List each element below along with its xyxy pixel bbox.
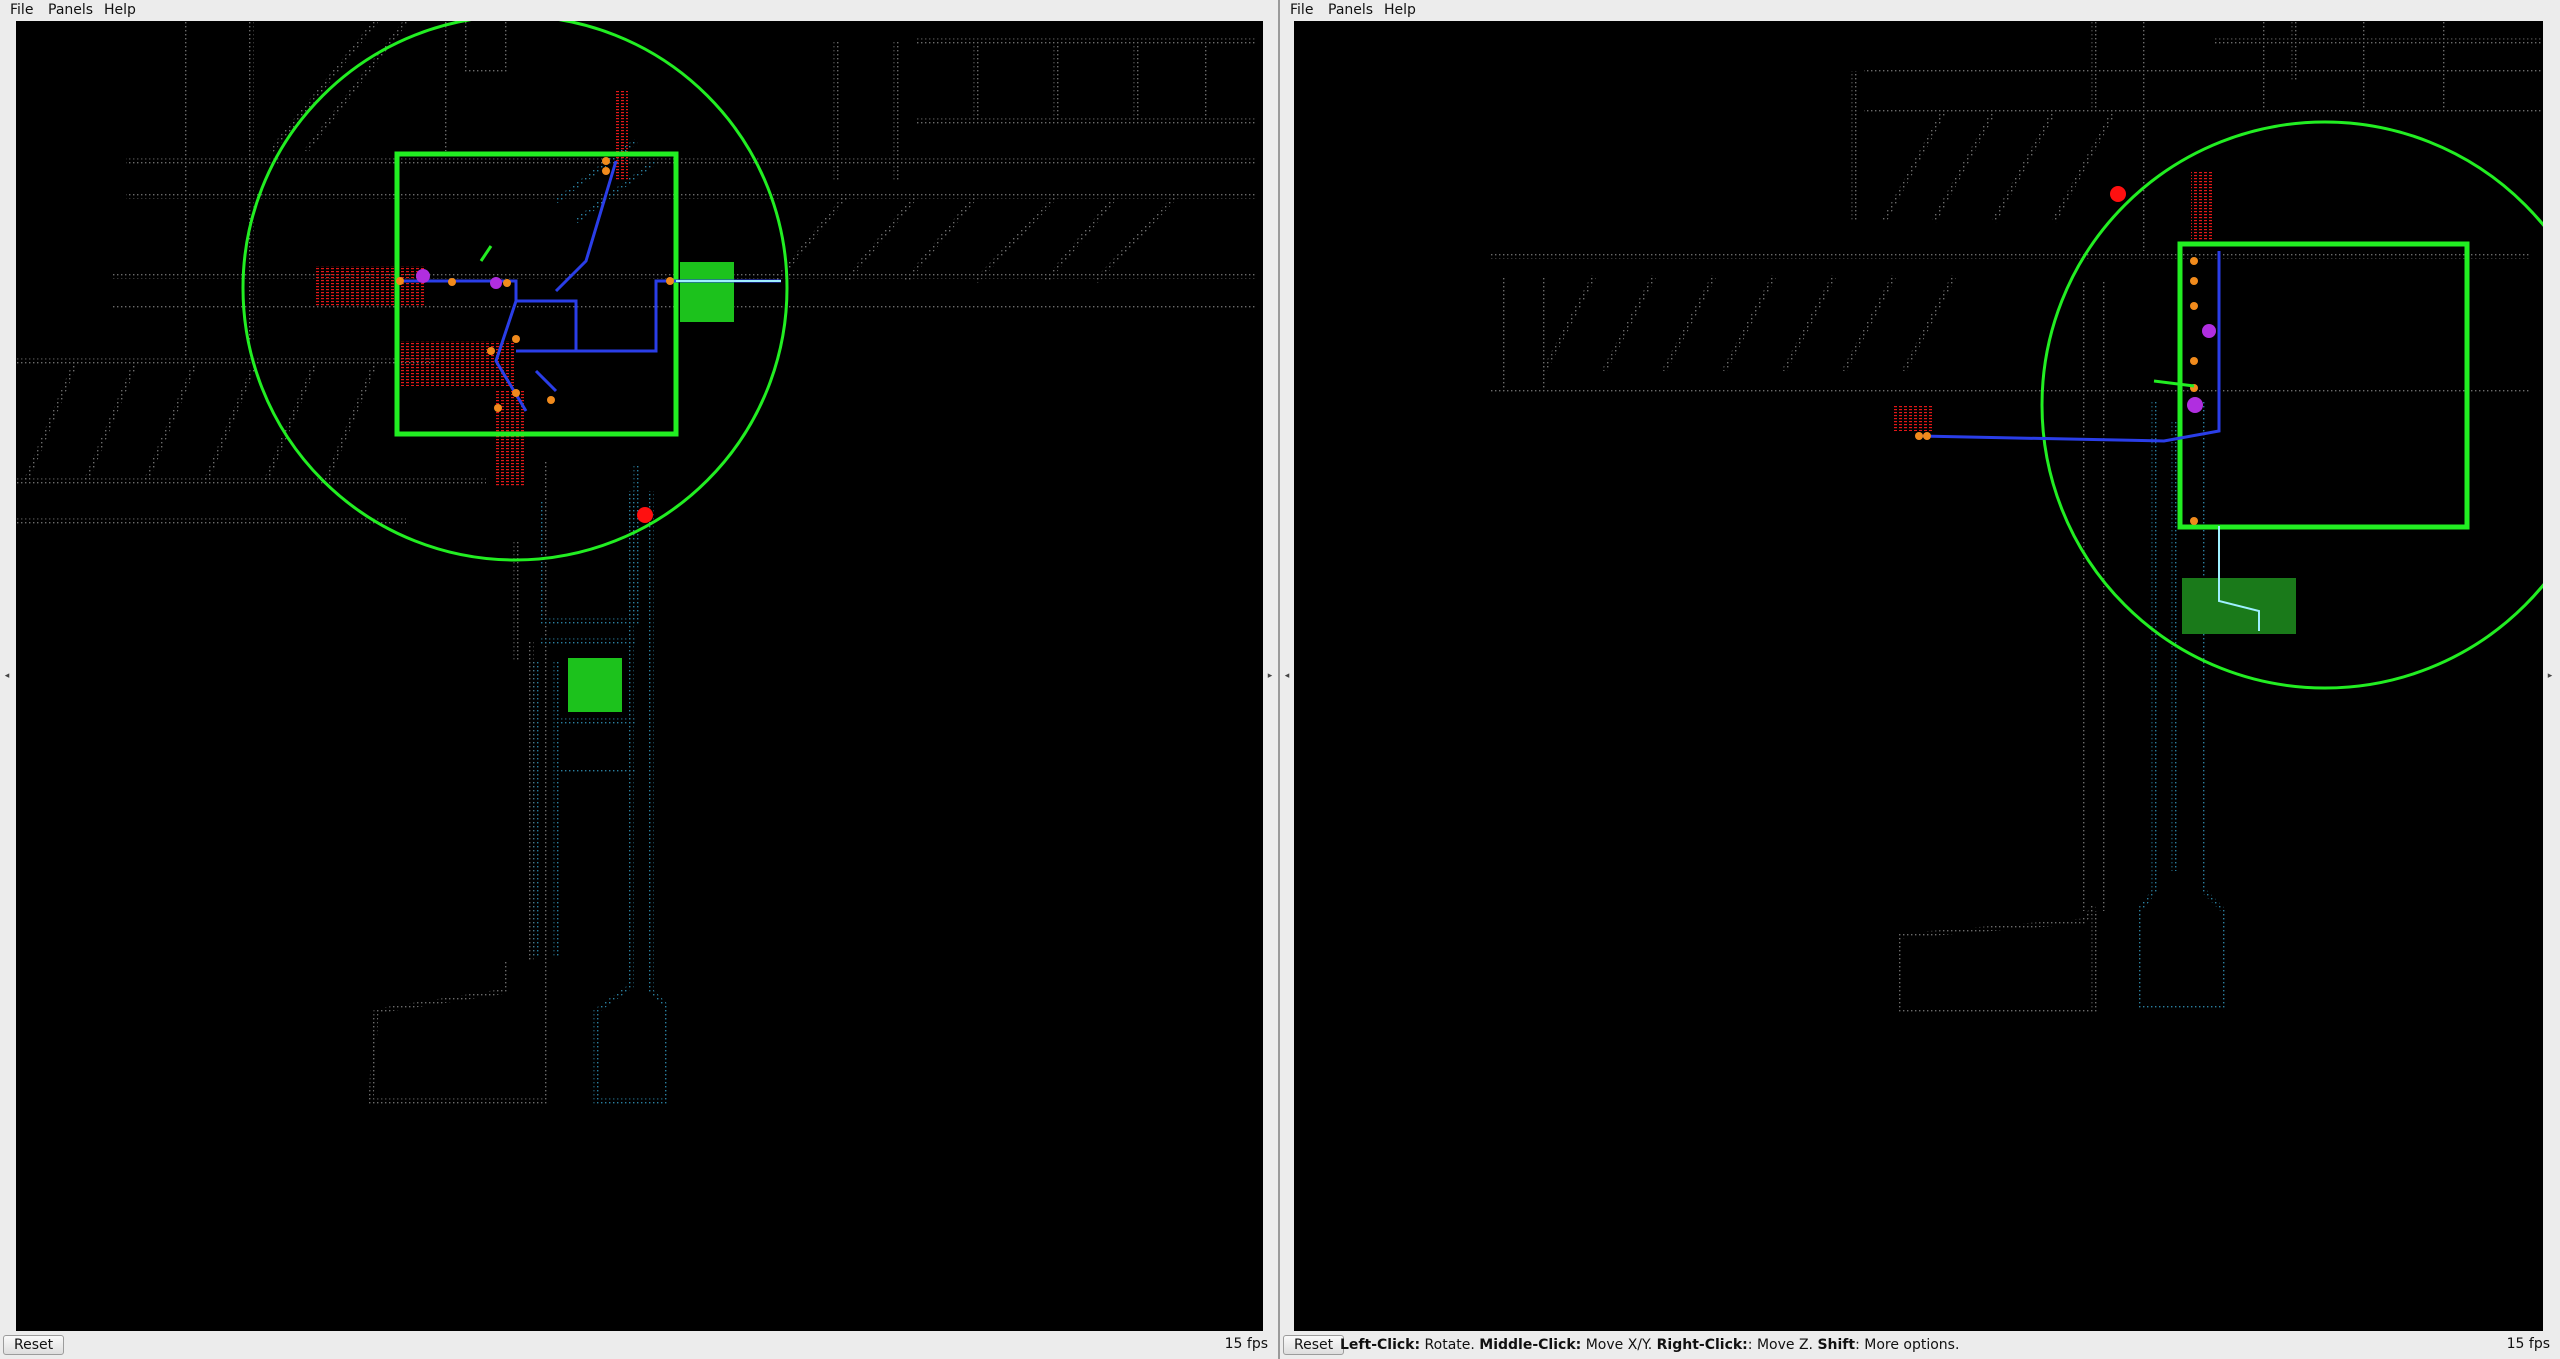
laser-scan — [316, 91, 628, 486]
mouse-hint: Left-Click: Rotate. Middle-Click: Move X… — [1340, 1337, 1959, 1353]
robot-marker — [416, 269, 430, 283]
hint-left-click-key: Left-Click: — [1340, 1337, 1421, 1353]
hint-shift-desc: : More options. — [1855, 1337, 1960, 1353]
goal-box — [568, 658, 622, 712]
scene-render — [16, 21, 1256, 1104]
menu-panels[interactable]: Panels — [48, 2, 93, 18]
hint-right-click-desc: : Move Z. — [1747, 1337, 1818, 1353]
goal-marker — [2110, 186, 2126, 202]
expand-arrow-icon: ▸ — [2547, 671, 2553, 681]
left-visualizer-window: File Panels Help ◂ ▸ Reset 15 fps — [0, 0, 1278, 1359]
right-panel-toggle[interactable]: ▸ — [2543, 21, 2557, 1331]
menu-help[interactable]: Help — [104, 2, 136, 18]
status-bar: Reset 15 fps — [0, 1333, 1278, 1359]
menu-panels[interactable]: Panels — [1328, 2, 1373, 18]
global-path — [1919, 251, 2221, 443]
reset-button[interactable]: Reset — [1283, 1335, 1345, 1355]
scene-render — [1489, 21, 2543, 1014]
menu-file[interactable]: File — [1290, 2, 1313, 18]
menu-bar: File Panels Help — [0, 0, 1278, 20]
point-cloud-corridor — [533, 139, 669, 1104]
3d-viewport[interactable] — [1294, 21, 2543, 1331]
point-cloud-map — [1489, 21, 2543, 1014]
fps-counter: 15 fps — [2506, 1336, 2550, 1352]
right-visualizer-window: File Panels Help ◂ ▸ Reset Left-Click: R… — [1280, 0, 2560, 1359]
robot-marker — [2202, 324, 2216, 338]
robot-marker — [490, 277, 502, 289]
heading-indicator — [479, 245, 493, 262]
collapse-arrow-icon: ◂ — [4, 671, 10, 681]
reset-button[interactable]: Reset — [3, 1335, 65, 1355]
hint-right-click-key: Right-Click: — [1656, 1337, 1748, 1353]
fps-counter: 15 fps — [1224, 1336, 1268, 1352]
hint-shift-key: Shift — [1817, 1337, 1856, 1353]
collapse-arrow-icon: ◂ — [1284, 671, 1290, 681]
status-bar: Reset Left-Click: Rotate. Middle-Click: … — [1280, 1333, 2560, 1359]
hint-middle-click-desc: Move X/Y. — [1581, 1337, 1657, 1353]
left-panel-toggle[interactable]: ◂ — [1280, 21, 1294, 1331]
3d-viewport[interactable] — [16, 21, 1263, 1331]
left-panel-toggle[interactable]: ◂ — [0, 21, 14, 1331]
heading-indicator — [2153, 379, 2195, 388]
menu-help[interactable]: Help — [1384, 2, 1416, 18]
goal-marker — [637, 507, 653, 523]
expand-arrow-icon: ▸ — [1267, 671, 1273, 681]
local-window-box — [2177, 241, 2470, 530]
menu-bar: File Panels Help — [1280, 0, 2560, 20]
right-panel-toggle[interactable]: ▸ — [1263, 21, 1277, 1331]
hint-middle-click-key: Middle-Click: — [1479, 1337, 1582, 1353]
menu-file[interactable]: File — [10, 2, 33, 18]
hint-left-click-desc: Rotate. — [1420, 1337, 1480, 1353]
robot-marker — [2187, 397, 2203, 413]
goal-box — [680, 262, 734, 322]
